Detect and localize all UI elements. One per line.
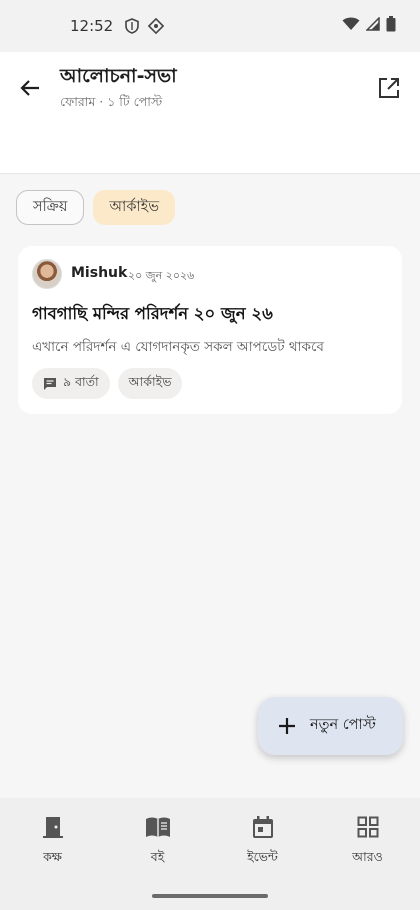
calendar-icon bbox=[250, 814, 276, 840]
page-subtitle: ফোরাম · ১ টি পোস্ট bbox=[60, 94, 163, 109]
post-tags: ৯ বার্তা আর্কাইভ bbox=[32, 368, 183, 399]
grid-icon bbox=[355, 814, 381, 840]
post-card[interactable]: Mishuk ২০ জুন ২০২৬ গাবগাছি মন্দির পরিদর্… bbox=[18, 246, 402, 414]
gesture-handle[interactable] bbox=[152, 894, 268, 898]
avatar bbox=[32, 259, 62, 289]
nav-label-event: ইভেন্ট bbox=[247, 849, 278, 864]
messages-tag: ৯ বার্তা bbox=[32, 368, 110, 399]
nav-label-more: আরও bbox=[352, 849, 383, 864]
open-external-button[interactable] bbox=[376, 75, 402, 101]
book-icon bbox=[145, 814, 171, 840]
status-badge-label: আর্কাইভ bbox=[128, 373, 172, 389]
open-in-new-icon bbox=[379, 78, 399, 98]
post-title: গাবগাছি মন্দির পরিদর্শন ২০ জুন ২৬ bbox=[32, 304, 273, 323]
new-post-label: নতুন পোস্ট bbox=[310, 717, 376, 733]
post-author: Mishuk bbox=[71, 265, 128, 281]
battery-icon bbox=[386, 16, 396, 36]
filter-chip-archive[interactable]: আর্কাইভ bbox=[93, 190, 176, 225]
status-badge: আর্কাইভ bbox=[117, 368, 183, 399]
post-date: ২০ জুন ২০২৬ bbox=[128, 269, 195, 282]
nav-label-room: কক্ষ bbox=[43, 849, 62, 864]
wifi-icon bbox=[342, 17, 360, 35]
new-post-button[interactable]: নতুন পোস্ট bbox=[258, 697, 403, 755]
message-icon bbox=[44, 377, 56, 390]
filter-chip-active[interactable]: সক্রিয় bbox=[16, 190, 85, 225]
door-icon bbox=[40, 814, 66, 840]
arrow-back-icon bbox=[20, 80, 39, 96]
filter-chips: সক্রিয় আর্কাইভ bbox=[16, 190, 176, 225]
cell-signal-icon bbox=[365, 16, 380, 35]
nav-item-room[interactable]: কক্ষ bbox=[0, 798, 105, 910]
messages-count: ৯ বার্তা bbox=[63, 373, 99, 389]
page-title: আলোচনা-সভা bbox=[60, 65, 177, 87]
status-icons bbox=[342, 16, 396, 36]
nav-item-more[interactable]: আরও bbox=[315, 798, 420, 910]
plus-icon bbox=[279, 718, 295, 734]
nav-label-book: বই bbox=[150, 849, 165, 864]
post-description: এখানে পরিদর্শন এ যোগদানকৃত সকল আপডেট থাক… bbox=[32, 339, 324, 355]
data-saver-icon bbox=[147, 17, 165, 35]
status-time: 12:52 bbox=[70, 17, 114, 35]
status-bar: 12:52 bbox=[0, 0, 420, 52]
shield-icon bbox=[123, 17, 141, 35]
back-button[interactable] bbox=[16, 74, 44, 102]
